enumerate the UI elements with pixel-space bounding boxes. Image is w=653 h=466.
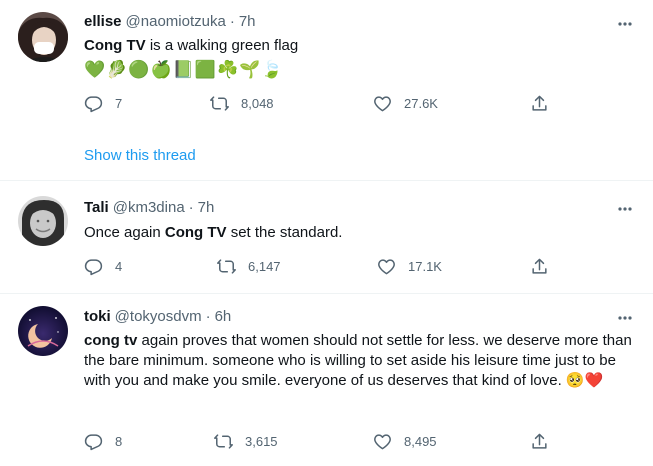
display-name[interactable]: Tali (84, 199, 109, 216)
user-handle[interactable]: @naomiotzuka (126, 13, 226, 30)
share-button[interactable] (530, 94, 549, 113)
display-name[interactable]: ellise (84, 13, 122, 30)
tweet-actions: 7 8,048 27.6K (0, 94, 653, 116)
retweet-count: 3,615 (245, 434, 278, 449)
reply-button[interactable]: 4 (84, 257, 122, 276)
separator-dot: · (205, 308, 211, 325)
tweet-text-rest: set the standard. (226, 224, 343, 241)
reply-count: 4 (115, 259, 123, 274)
more-icon (618, 22, 632, 26)
separator-dot: · (188, 199, 194, 216)
display-name[interactable]: toki (84, 308, 111, 325)
timestamp[interactable]: 7h (198, 199, 215, 216)
emoji-row: 💚🥬🟢🍏📗🟩☘️🌱🍃 (84, 60, 284, 79)
retweet-count: 6,147 (248, 259, 281, 274)
share-icon (532, 258, 547, 274)
user-handle[interactable]: @km3dina (113, 199, 185, 216)
retweet-icon (210, 96, 229, 111)
emoji-inline: 🥺❤️ (565, 372, 604, 389)
more-options-button[interactable] (615, 14, 635, 34)
tweet-header: toki @tokyosdvm · 6h (84, 307, 231, 327)
reply-icon (84, 96, 103, 113)
user-handle[interactable]: @tokyosdvm (115, 308, 202, 325)
like-count: 8,495 (404, 434, 437, 449)
mention-bold: Cong TV (164, 224, 227, 241)
avatar-image (18, 12, 68, 62)
retweet-button[interactable]: 3,615 (214, 432, 278, 451)
mention-bold: cong tv (84, 332, 138, 349)
retweet-button[interactable]: 6,147 (217, 257, 281, 276)
retweet-icon (217, 259, 236, 274)
more-icon (618, 207, 632, 211)
reply-count: 8 (115, 434, 123, 449)
more-icon (618, 316, 632, 320)
share-icon (532, 95, 547, 111)
tweet-2[interactable]: Tali @km3dina · 7h Once again Cong TV set t… (0, 181, 653, 293)
reply-icon (84, 259, 103, 276)
share-button[interactable] (530, 257, 549, 276)
like-button[interactable]: 27.6K (373, 94, 438, 113)
mention-bold: Cong TV (84, 37, 146, 54)
tweet-text-rest: is a walking green flag (145, 37, 299, 54)
timestamp[interactable]: 7h (239, 13, 256, 30)
tweet-header: Tali @km3dina · 7h (84, 198, 214, 218)
tweet-header: ellise @naomiotzuka · 7h (84, 12, 256, 32)
like-button[interactable]: 17.1K (377, 257, 442, 276)
share-button[interactable] (530, 432, 549, 451)
reply-count: 7 (115, 96, 123, 111)
timestamp[interactable]: 6h (215, 308, 232, 325)
avatar[interactable] (18, 196, 68, 246)
tweet-text-pre: Once again (84, 224, 165, 241)
tweet-actions: 4 6,147 17.1K (0, 257, 653, 279)
reply-button[interactable]: 8 (84, 432, 122, 451)
tweet-3[interactable]: toki @tokyosdvm · 6h cong tv again proves t… (0, 294, 653, 466)
tweet-text-rest: again proves that women should not settl… (84, 332, 632, 389)
retweet-button[interactable]: 8,048 (210, 94, 274, 113)
reply-icon (84, 434, 103, 451)
show-thread-link[interactable]: Show this thread (84, 147, 196, 164)
retweet-icon (214, 434, 233, 449)
tweet-text: Cong TV is a walking green flag (84, 36, 634, 56)
tweet-actions: 8 3,615 8,495 (0, 432, 653, 454)
avatar[interactable] (18, 306, 68, 356)
heart-icon (374, 96, 391, 112)
more-options-button[interactable] (615, 199, 635, 219)
more-options-button[interactable] (615, 308, 635, 328)
like-count: 17.1K (408, 259, 442, 274)
like-button[interactable]: 8,495 (373, 432, 437, 451)
reply-button[interactable]: 7 (84, 94, 122, 113)
heart-icon (378, 259, 395, 275)
retweet-count: 8,048 (241, 96, 274, 111)
avatar-image (18, 306, 68, 356)
share-icon (532, 433, 547, 449)
tweet-text: cong tv again proves that women should n… (84, 331, 632, 391)
avatar[interactable] (18, 12, 68, 62)
tweet-text: Once again Cong TV set the standard. (84, 223, 634, 243)
like-count: 27.6K (404, 96, 438, 111)
avatar-image (18, 196, 68, 246)
tweet-1[interactable]: ellise @naomiotzuka · 7h Cong TV is a walki… (0, 0, 653, 180)
separator-dot: · (229, 13, 235, 30)
heart-icon (374, 434, 391, 450)
